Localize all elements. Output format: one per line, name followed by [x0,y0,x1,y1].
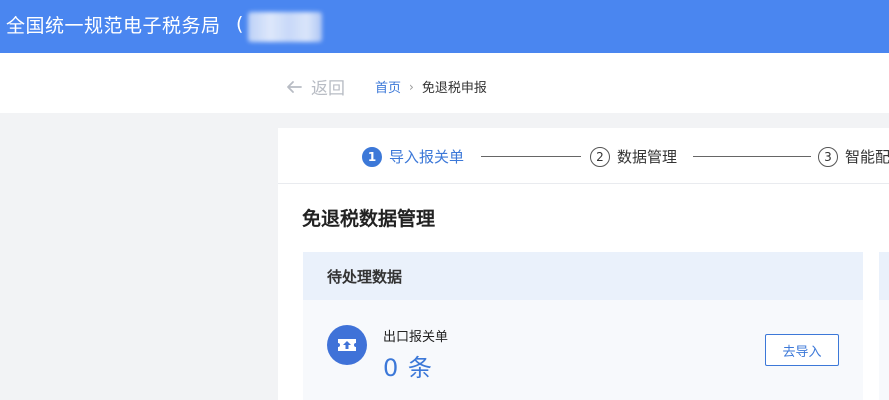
breadcrumb-home-link[interactable]: 首页 [375,77,401,96]
customs-declaration-icon [327,325,367,365]
next-panel-body-edge [879,300,889,400]
user-paren: ( [236,13,244,35]
step-label: 数据管理 [617,148,678,166]
app-title: 全国统一规范电子税务局 [6,15,221,37]
step-import-declaration[interactable]: 1 导入报关单 [362,146,464,167]
step-number: 3 [818,146,838,167]
item-label: 出口报关单 [383,330,449,345]
step-label: 导入报关单 [389,148,465,166]
step-connector [693,156,811,157]
breadcrumb: 首页 › 免退税申报 [375,77,487,97]
breadcrumb-separator: › [409,79,414,94]
blurred-user-name [248,12,322,42]
step-smart-match[interactable]: 3 智能配 [818,146,889,167]
step-label: 智能配 [845,148,889,166]
section-title: 免退税数据管理 [302,208,436,230]
step-number: 1 [362,146,382,167]
main-card: 1 导入报关单 2 数据管理 3 智能配 免退税数据管理 待处理数据 出口报关单… [278,128,889,400]
user-info[interactable]: ( [236,10,324,44]
panel-header: 待处理数据 [303,252,863,300]
step-connector [481,156,581,157]
back-label: 返回 [311,79,345,99]
pending-data-panel: 待处理数据 出口报关单 0 条 去导入 [303,252,863,400]
go-import-button[interactable]: 去导入 [765,334,839,366]
arrow-left-icon [287,80,302,93]
step-number: 2 [590,146,610,167]
panel-header-label: 待处理数据 [327,268,403,286]
progress-steps: 1 导入报关单 2 数据管理 3 智能配 [278,128,889,184]
back-button[interactable]: 返回 [285,74,345,99]
step-data-management[interactable]: 2 数据管理 [590,146,677,167]
navigation-bar: 返回 首页 › 免退税申报 [0,53,889,113]
breadcrumb-current: 免退税申报 [421,81,487,96]
top-header-bar: 全国统一规范电子税务局 ( [0,0,889,53]
item-count: 0 条 [383,354,433,382]
